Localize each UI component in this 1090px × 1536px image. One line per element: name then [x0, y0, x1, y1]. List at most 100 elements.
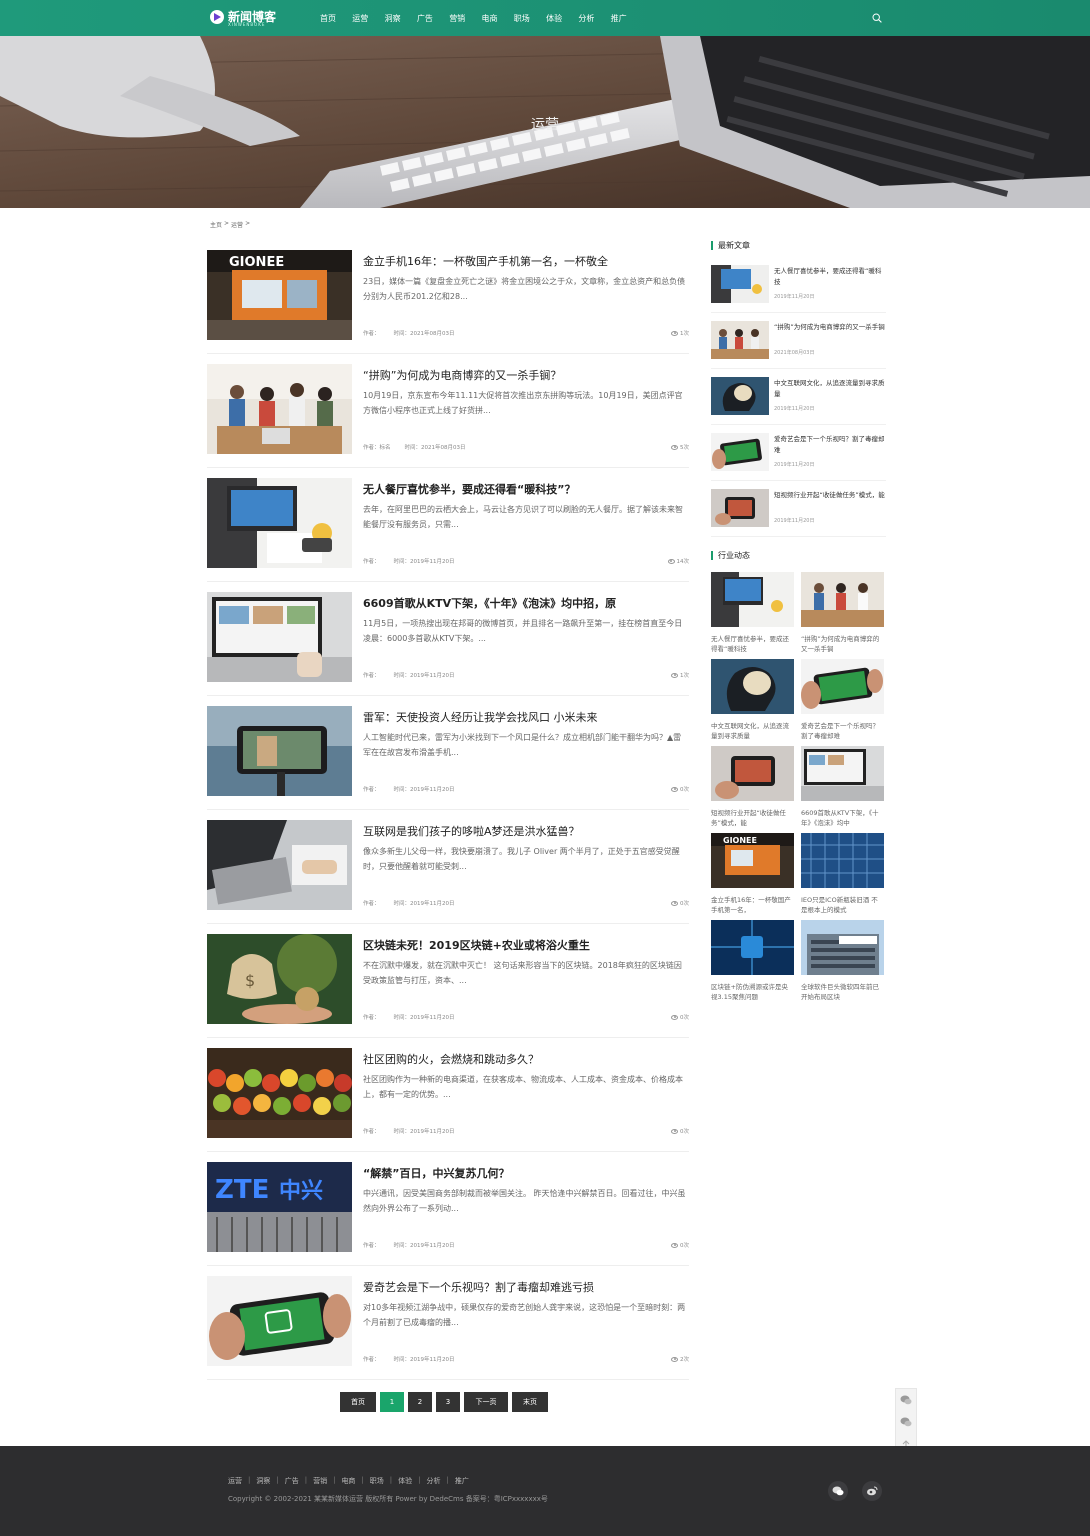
footer-link[interactable]: 广告 — [285, 1476, 299, 1486]
latest-article-title[interactable]: 爱奇艺会是下一个乐视吗？割了毒瘤却难 — [774, 434, 886, 456]
industry-item[interactable]: 全球软件巨头微软四年前已开始布局区块 — [801, 920, 884, 1002]
breadcrumb-current[interactable]: 运营 — [231, 220, 243, 229]
industry-item[interactable]: 无人餐厅喜忧参半，要成还得看“暖科技 — [711, 572, 794, 654]
nav-item-home[interactable]: 首页 — [320, 13, 352, 24]
page-last-button[interactable]: 末页 — [512, 1392, 548, 1412]
industry-thumbnail[interactable] — [801, 920, 884, 975]
page-first-button[interactable]: 首页 — [340, 1392, 376, 1412]
latest-article-item[interactable]: 中文互联网文化，从追逐流量到寻求质量 2019年11月20日 — [711, 377, 886, 425]
latest-article-item[interactable]: “拼购”为何成为电商博弈的又一杀手锏 2021年08月03日 — [711, 321, 886, 369]
nav-item-ads[interactable]: 广告 — [417, 13, 449, 24]
industry-item[interactable]: GIONEE 金立手机16年：一杯敬国产手机第一名， — [711, 833, 794, 915]
industry-thumbnail[interactable] — [711, 746, 794, 801]
industry-item[interactable]: 爱奇艺会是下一个乐视吗？割了毒瘤却难 — [801, 659, 884, 741]
article-thumbnail[interactable] — [207, 364, 352, 454]
latest-article-title[interactable]: 短视频行业开起“收徒做任务”模式，能 — [774, 490, 886, 501]
page-3-button[interactable]: 3 — [436, 1392, 460, 1412]
latest-article-thumbnail[interactable] — [711, 433, 769, 471]
industry-title[interactable]: 短视频行业开起“收徒做任务”模式，能 — [711, 808, 794, 828]
industry-item[interactable]: 区块链+防伪溯源或许是央视3.15聚焦问题 — [711, 920, 794, 1002]
latest-article-thumbnail[interactable] — [711, 265, 769, 303]
article-title[interactable]: “解禁”百日，中兴复苏几何？ — [363, 1165, 509, 1181]
latest-article-item[interactable]: 爱奇艺会是下一个乐视吗？割了毒瘤却难 2019年11月20日 — [711, 433, 886, 481]
page-1-button[interactable]: 1 — [380, 1392, 404, 1412]
article-title[interactable]: “拼购”为何成为电商博弈的又一杀手锏？ — [363, 367, 561, 383]
nav-item-operation[interactable]: 运营 — [352, 13, 384, 24]
footer-link[interactable]: 职场 — [370, 1476, 384, 1486]
footer-link[interactable]: 运营 — [228, 1476, 242, 1486]
chat-icon[interactable] — [900, 1394, 912, 1406]
latest-article-thumbnail[interactable] — [711, 489, 769, 527]
page-2-button[interactable]: 2 — [408, 1392, 432, 1412]
article-title[interactable]: 社区团购的火，会燃烧和跳动多久？ — [363, 1051, 539, 1067]
article-thumbnail[interactable] — [207, 1276, 352, 1366]
footer-link[interactable]: 分析 — [427, 1476, 441, 1486]
industry-item[interactable]: “拼购”为何成为电商博弈的又一杀手锏 — [801, 572, 884, 654]
footer-link[interactable]: 电商 — [341, 1476, 355, 1486]
latest-article-item[interactable]: 短视频行业开起“收徒做任务”模式，能 2019年11月20日 — [711, 489, 886, 537]
footer-link[interactable]: 洞察 — [256, 1476, 270, 1486]
article-thumbnail[interactable] — [207, 478, 352, 568]
article-title[interactable]: 雷军：天使投资人经历让我学会找风口 小米未来 — [363, 709, 598, 725]
footer-wechat-button[interactable] — [828, 1481, 848, 1501]
footer-link[interactable]: 推广 — [455, 1476, 469, 1486]
latest-article-title[interactable]: 中文互联网文化，从追逐流量到寻求质量 — [774, 378, 886, 400]
industry-item[interactable]: 中文互联网文化，从追逐流量到寻求质量 — [711, 659, 794, 741]
industry-title[interactable]: IEO只是ICO新瓶装旧酒 不是根本上的模式 — [801, 895, 884, 915]
search-icon[interactable] — [872, 13, 882, 23]
article-thumbnail[interactable] — [207, 706, 352, 796]
industry-title[interactable]: 区块链+防伪溯源或许是央视3.15聚焦问题 — [711, 982, 794, 1002]
industry-thumbnail[interactable] — [801, 746, 884, 801]
nav-item-analysis[interactable]: 分析 — [578, 13, 610, 24]
industry-item[interactable]: 短视频行业开起“收徒做任务”模式，能 — [711, 746, 794, 828]
industry-thumbnail[interactable] — [711, 920, 794, 975]
latest-article-thumbnail[interactable] — [711, 321, 769, 359]
article-thumbnail[interactable] — [207, 1048, 352, 1138]
industry-thumbnail[interactable]: GIONEE — [711, 833, 794, 888]
industry-thumbnail[interactable] — [711, 572, 794, 627]
latest-article-item[interactable]: 无人餐厅喜忧参半，要成还得看“暖科技 2019年11月20日 — [711, 265, 886, 313]
latest-article-thumbnail[interactable] — [711, 377, 769, 415]
industry-title[interactable]: 金立手机16年：一杯敬国产手机第一名， — [711, 895, 794, 915]
article-title[interactable]: 无人餐厅喜忧参半，要成还得看“暖科技”？ — [363, 481, 575, 497]
article-thumbnail[interactable] — [207, 820, 352, 910]
nav-item-promotion[interactable]: 推广 — [611, 13, 643, 24]
industry-item[interactable]: 6609首歌从KTV下架，《十年》《泡沫》均中 — [801, 746, 884, 828]
industry-title[interactable]: 爱奇艺会是下一个乐视吗？割了毒瘤却难 — [801, 721, 884, 741]
breadcrumb-home[interactable]: 主页 — [210, 220, 222, 229]
industry-thumbnail[interactable] — [801, 659, 884, 714]
site-logo[interactable]: 新闻博客 XINWENBOKE — [210, 8, 276, 27]
article-thumbnail[interactable]: GIONEE — [207, 250, 352, 340]
article-title[interactable]: 金立手机16年：一杯敬国产手机第一名，一杯敬全 — [363, 253, 608, 269]
article-title[interactable]: 区块链未死！2019区块链+农业或将浴火重生 — [363, 937, 590, 953]
footer-link[interactable]: 营销 — [313, 1476, 327, 1486]
page-next-button[interactable]: 下一页 — [464, 1392, 508, 1412]
article-title[interactable]: 互联网是我们孩子的哆啦A梦还是洪水猛兽？ — [363, 823, 580, 839]
industry-item[interactable]: IEO只是ICO新瓶装旧酒 不是根本上的模式 — [801, 833, 884, 915]
industry-thumbnail[interactable] — [711, 659, 794, 714]
article-thumbnail[interactable]: $ — [207, 934, 352, 1024]
article-title[interactable]: 爱奇艺会是下一个乐视吗？割了毒瘤却难逃亏损 — [363, 1279, 594, 1295]
article-thumbnail[interactable]: ZTE 中兴 — [207, 1162, 352, 1252]
nav-item-experience[interactable]: 体验 — [546, 13, 578, 24]
article-title[interactable]: 6609首歌从KTV下架，《十年》《泡沫》均中招，原 — [363, 595, 616, 611]
industry-thumbnail[interactable] — [801, 833, 884, 888]
views-count: 0次 — [680, 787, 689, 793]
latest-article-title[interactable]: 无人餐厅喜忧参半，要成还得看“暖科技 — [774, 266, 886, 288]
nav-item-ecommerce[interactable]: 电商 — [481, 13, 513, 24]
industry-title[interactable]: 6609首歌从KTV下架，《十年》《泡沫》均中 — [801, 808, 884, 828]
footer-link[interactable]: 体验 — [398, 1476, 412, 1486]
industry-title[interactable]: 中文互联网文化，从追逐流量到寻求质量 — [711, 721, 794, 741]
nav-item-insight[interactable]: 洞察 — [385, 13, 417, 24]
latest-article-title[interactable]: “拼购”为何成为电商博弈的又一杀手锏 — [774, 322, 886, 333]
weibo-icon — [867, 1486, 878, 1496]
industry-title[interactable]: “拼购”为何成为电商博弈的又一杀手锏 — [801, 634, 884, 654]
footer-weibo-button[interactable] — [862, 1481, 882, 1501]
article-thumbnail[interactable] — [207, 592, 352, 682]
industry-title[interactable]: 无人餐厅喜忧参半，要成还得看“暖科技 — [711, 634, 794, 654]
wechat-icon[interactable] — [900, 1416, 912, 1428]
industry-title[interactable]: 全球软件巨头微软四年前已开始布局区块 — [801, 982, 884, 1002]
industry-thumbnail[interactable] — [801, 572, 884, 627]
nav-item-career[interactable]: 职场 — [514, 13, 546, 24]
nav-item-marketing[interactable]: 营销 — [449, 13, 481, 24]
